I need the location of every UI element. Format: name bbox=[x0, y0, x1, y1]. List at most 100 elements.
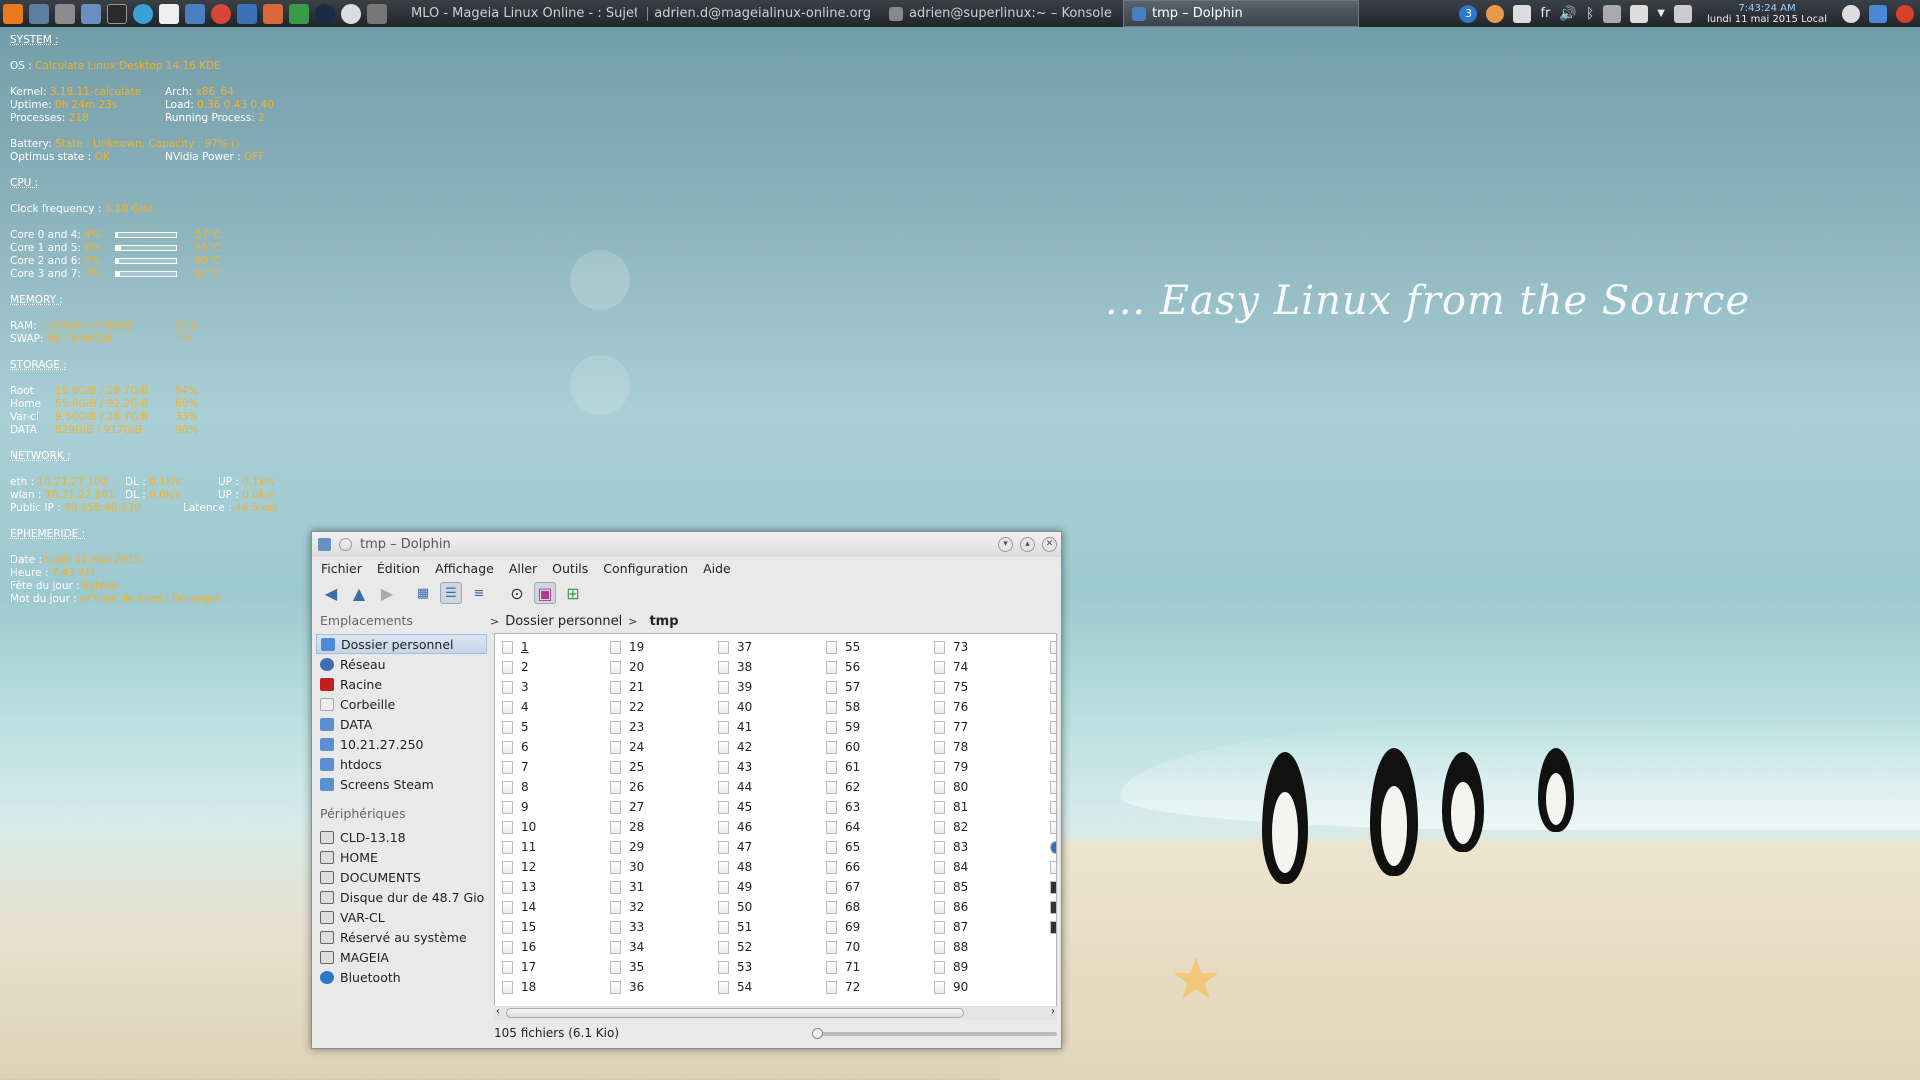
place-home[interactable]: Dossier personnel bbox=[316, 634, 487, 654]
file-item[interactable]: 49 bbox=[711, 877, 819, 897]
editor-icon[interactable] bbox=[159, 3, 179, 24]
app-menu-icon[interactable] bbox=[3, 3, 23, 24]
weather-icon[interactable] bbox=[1842, 4, 1860, 23]
file-item[interactable]: 81 bbox=[927, 797, 1035, 817]
file-item[interactable]: 23 bbox=[603, 717, 711, 737]
device-mageia[interactable]: MAGEIA bbox=[316, 947, 487, 967]
gamepad-icon[interactable] bbox=[367, 3, 387, 24]
menu-affichage[interactable]: Affichage bbox=[435, 561, 494, 576]
presentation-icon[interactable] bbox=[263, 3, 283, 24]
file-item[interactable]: 58 bbox=[819, 697, 927, 717]
file-item[interactable]: 30 bbox=[603, 857, 711, 877]
file-item[interactable]: 75 bbox=[927, 677, 1035, 697]
place-data[interactable]: DATA bbox=[316, 714, 487, 734]
details-view-icon[interactable]: ≡ bbox=[468, 582, 490, 604]
network-icon[interactable] bbox=[1603, 4, 1622, 23]
file-item[interactable]: 52 bbox=[711, 937, 819, 957]
file-item[interactable]: 18 bbox=[495, 977, 603, 997]
file-item[interactable] bbox=[1043, 677, 1056, 697]
file-item[interactable]: 64 bbox=[819, 817, 927, 837]
file-item[interactable]: 17 bbox=[495, 957, 603, 977]
file-item[interactable]: 63 bbox=[819, 797, 927, 817]
file-item[interactable] bbox=[1043, 917, 1056, 937]
file-item[interactable]: 55 bbox=[819, 637, 927, 657]
file-item[interactable]: 6 bbox=[495, 737, 603, 757]
file-item[interactable]: 16 bbox=[495, 937, 603, 957]
menu-aide[interactable]: Aide bbox=[703, 561, 731, 576]
file-item[interactable]: 26 bbox=[603, 777, 711, 797]
file-item[interactable]: 87 bbox=[927, 917, 1035, 937]
file-item[interactable]: 89 bbox=[927, 957, 1035, 977]
place-screens-steam[interactable]: Screens Steam bbox=[316, 774, 487, 794]
menu-edition[interactable]: Édition bbox=[377, 561, 420, 576]
chrome-icon[interactable] bbox=[211, 3, 231, 24]
file-item[interactable]: 69 bbox=[819, 917, 927, 937]
clipboard-icon[interactable] bbox=[1673, 4, 1692, 23]
forward-arrow-icon[interactable]: ▶ bbox=[376, 582, 398, 604]
file-item[interactable]: 50 bbox=[711, 897, 819, 917]
find-binoculars-icon[interactable]: ⊙ bbox=[506, 582, 528, 604]
file-item[interactable]: 68 bbox=[819, 897, 927, 917]
task-konsole[interactable]: adrien@superlinux:~ – Konsole bbox=[881, 0, 1121, 27]
maximize-button[interactable]: ▴ bbox=[1020, 537, 1035, 552]
file-item[interactable]: 83 bbox=[927, 837, 1035, 857]
file-item[interactable]: 27 bbox=[603, 797, 711, 817]
file-item[interactable]: 11 bbox=[495, 837, 603, 857]
up-arrow-icon[interactable]: ▲ bbox=[348, 582, 370, 604]
task-dolphin[interactable]: tmp – Dolphin bbox=[1123, 0, 1359, 27]
file-item[interactable]: 20 bbox=[603, 657, 711, 677]
steam-icon[interactable] bbox=[315, 3, 335, 24]
file-item[interactable] bbox=[1043, 717, 1056, 737]
close-button[interactable]: ✕ bbox=[1042, 537, 1057, 552]
file-item[interactable] bbox=[1043, 817, 1056, 837]
task-mail[interactable]: adrien.d@mageialinux-online.org bbox=[639, 0, 879, 27]
file-item[interactable]: 82 bbox=[927, 817, 1035, 837]
file-item[interactable]: 76 bbox=[927, 697, 1035, 717]
preview-icon[interactable]: ▣ bbox=[534, 582, 556, 604]
file-item[interactable]: 22 bbox=[603, 697, 711, 717]
place-root[interactable]: Racine bbox=[316, 674, 487, 694]
calculator-icon[interactable] bbox=[81, 3, 101, 24]
night-mode-icon[interactable] bbox=[1486, 4, 1505, 23]
device-cld[interactable]: CLD-13.18 bbox=[316, 827, 487, 847]
file-item[interactable]: 31 bbox=[603, 877, 711, 897]
file-item[interactable]: 15 bbox=[495, 917, 603, 937]
device-var-cl[interactable]: VAR-CL bbox=[316, 907, 487, 927]
tools-icon[interactable] bbox=[55, 3, 75, 24]
file-item[interactable] bbox=[1043, 797, 1056, 817]
file-item[interactable]: 60 bbox=[819, 737, 927, 757]
file-item[interactable]: 21 bbox=[603, 677, 711, 697]
file-item[interactable]: 62 bbox=[819, 777, 927, 797]
title-bar[interactable]: tmp – Dolphin ▾ ▴ ✕ bbox=[312, 532, 1061, 557]
file-item[interactable]: 90 bbox=[927, 977, 1035, 997]
file-item[interactable]: 42 bbox=[711, 737, 819, 757]
window-menu-icon[interactable] bbox=[318, 538, 331, 551]
document-icon[interactable] bbox=[237, 3, 257, 24]
file-item[interactable]: 44 bbox=[711, 777, 819, 797]
place-htdocs[interactable]: htdocs bbox=[316, 754, 487, 774]
file-item[interactable]: 48 bbox=[711, 857, 819, 877]
file-item[interactable]: 2 bbox=[495, 657, 603, 677]
file-item[interactable]: 45 bbox=[711, 797, 819, 817]
chevron-right-icon[interactable]: > bbox=[628, 615, 637, 628]
scroll-left-icon[interactable]: ‹ bbox=[496, 1006, 500, 1017]
menu-aller[interactable]: Aller bbox=[509, 561, 537, 576]
file-item[interactable] bbox=[1043, 857, 1056, 877]
place-remote[interactable]: 10.21.27.250 bbox=[316, 734, 487, 754]
spreadsheet-icon[interactable] bbox=[289, 3, 309, 24]
computer-icon[interactable] bbox=[29, 3, 49, 24]
chevron-down-icon[interactable]: ▼ bbox=[1657, 8, 1665, 19]
file-item[interactable]: 7 bbox=[495, 757, 603, 777]
file-item[interactable]: 32 bbox=[603, 897, 711, 917]
file-item[interactable]: 70 bbox=[819, 937, 927, 957]
file-item[interactable] bbox=[1043, 657, 1056, 677]
breadcrumb-home[interactable]: Dossier personnel bbox=[505, 614, 622, 629]
file-item[interactable]: 41 bbox=[711, 717, 819, 737]
file-item[interactable]: 34 bbox=[603, 937, 711, 957]
file-item[interactable]: 9 bbox=[495, 797, 603, 817]
screenshot-icon[interactable] bbox=[185, 3, 205, 24]
file-item[interactable]: 1 bbox=[495, 637, 603, 657]
device-system-reserved[interactable]: Réservé au système bbox=[316, 927, 487, 947]
file-item[interactable]: 57 bbox=[819, 677, 927, 697]
file-item[interactable] bbox=[1043, 637, 1056, 657]
